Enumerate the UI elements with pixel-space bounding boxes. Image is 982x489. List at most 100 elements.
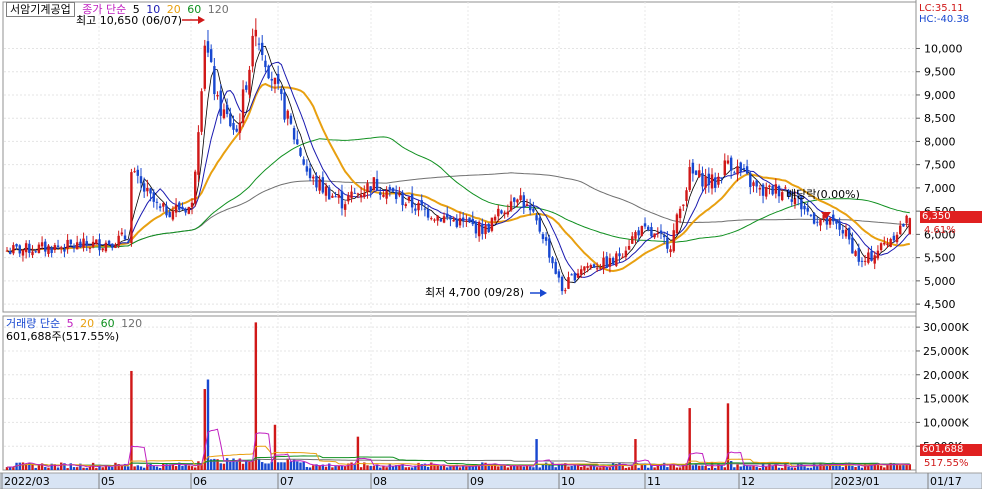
candle-body bbox=[181, 206, 184, 210]
price-tick-label: 5,000 bbox=[924, 275, 956, 288]
candle-body bbox=[627, 246, 631, 250]
candle-body bbox=[216, 94, 219, 97]
current-ratio-label: 517.55% bbox=[924, 458, 969, 469]
volume-bar bbox=[273, 424, 277, 470]
volume-bar bbox=[883, 467, 886, 470]
candle-body bbox=[72, 246, 76, 248]
volume-bar bbox=[107, 466, 111, 470]
volume-bar bbox=[841, 467, 845, 470]
volume-bar bbox=[410, 467, 414, 470]
volume-bar bbox=[47, 467, 50, 470]
candle-body bbox=[111, 243, 114, 248]
candle-body bbox=[541, 234, 545, 240]
candle-body bbox=[493, 216, 497, 221]
candle-body bbox=[213, 66, 216, 95]
candle-body bbox=[15, 244, 18, 247]
volume-bar bbox=[586, 467, 589, 470]
candle-body bbox=[146, 187, 149, 192]
stock-name-box[interactable]: 서암기계공업 bbox=[6, 2, 75, 17]
candle-body bbox=[567, 277, 570, 289]
volume-bar bbox=[267, 463, 270, 470]
candle-body bbox=[634, 232, 637, 239]
price-tick-label: 8,500 bbox=[924, 112, 956, 125]
volume-bar bbox=[187, 465, 191, 470]
candle-body bbox=[21, 249, 25, 256]
price-tick-label: 8,000 bbox=[924, 135, 956, 148]
candle-body bbox=[640, 226, 644, 236]
candle-body bbox=[698, 170, 701, 178]
volume-bar bbox=[675, 467, 679, 470]
volume-bar bbox=[369, 465, 372, 470]
volume-bar bbox=[503, 465, 506, 470]
candle-body bbox=[675, 214, 679, 234]
x-axis-label: 09 bbox=[470, 475, 484, 488]
volume-bar bbox=[793, 467, 797, 470]
volume-bar bbox=[458, 467, 462, 470]
volume-bar bbox=[835, 465, 838, 470]
candle-body bbox=[82, 238, 85, 248]
candle-body bbox=[353, 192, 356, 194]
volume-bar bbox=[640, 465, 644, 470]
candle-body bbox=[458, 218, 462, 226]
candle-body bbox=[650, 227, 653, 237]
volume-bar bbox=[312, 465, 315, 470]
candle-body bbox=[599, 268, 602, 270]
vol-legend-ma20: 20 bbox=[80, 317, 95, 330]
volume-bar bbox=[334, 466, 337, 470]
candle-body bbox=[669, 249, 672, 253]
candle-body bbox=[477, 221, 481, 237]
volume-bar bbox=[372, 466, 376, 470]
volume-bar bbox=[356, 436, 360, 470]
candle-body bbox=[407, 196, 411, 201]
candle-body bbox=[481, 224, 484, 234]
candle-body bbox=[758, 187, 762, 190]
volume-bar bbox=[570, 465, 573, 470]
candle-body bbox=[691, 162, 695, 174]
volume-bar bbox=[554, 467, 557, 470]
candle-body bbox=[391, 187, 395, 192]
volume-bar bbox=[379, 467, 382, 470]
candle-body bbox=[615, 253, 618, 266]
candle-body bbox=[184, 209, 187, 213]
volume-bar bbox=[382, 466, 385, 470]
candle-body bbox=[442, 216, 446, 223]
x-axis-label: 12 bbox=[741, 475, 755, 488]
price-tick-label: 4,500 bbox=[924, 298, 956, 311]
volume-bar bbox=[31, 464, 34, 470]
candle-body bbox=[312, 176, 315, 179]
candle-body bbox=[398, 193, 401, 196]
candle-body bbox=[85, 241, 88, 246]
candle-body bbox=[31, 251, 34, 256]
candle-body bbox=[755, 180, 758, 187]
price-plot-area bbox=[2, 1, 917, 313]
volume-bar bbox=[768, 463, 771, 470]
volume-bar bbox=[809, 467, 813, 470]
candle-body bbox=[56, 245, 60, 247]
current-price-label: 6,350 bbox=[922, 211, 951, 222]
candle-body bbox=[28, 243, 31, 253]
candle-body bbox=[120, 232, 124, 235]
volume-bar bbox=[796, 463, 800, 470]
volume-bar bbox=[854, 466, 857, 470]
volume-bar bbox=[133, 466, 136, 470]
volume-bar bbox=[155, 466, 159, 470]
volume-bar bbox=[541, 464, 545, 470]
volume-tick-label: 15,000K bbox=[923, 393, 969, 406]
candle-body bbox=[149, 188, 152, 194]
candle-body bbox=[544, 237, 548, 241]
candle-body bbox=[739, 162, 742, 173]
candle-body bbox=[509, 201, 513, 211]
volume-bar bbox=[120, 465, 124, 470]
volume-bar bbox=[229, 461, 232, 470]
candle-body bbox=[69, 239, 73, 245]
candle-body bbox=[538, 217, 541, 232]
candle-body bbox=[136, 169, 140, 176]
candle-body bbox=[838, 221, 841, 230]
candle-body bbox=[465, 220, 468, 222]
candle-body bbox=[174, 205, 178, 213]
candle-body bbox=[589, 265, 593, 268]
volume-bar bbox=[806, 467, 809, 470]
candle-body bbox=[873, 255, 876, 264]
volume-bar bbox=[404, 467, 407, 470]
volume-bar bbox=[822, 466, 825, 470]
